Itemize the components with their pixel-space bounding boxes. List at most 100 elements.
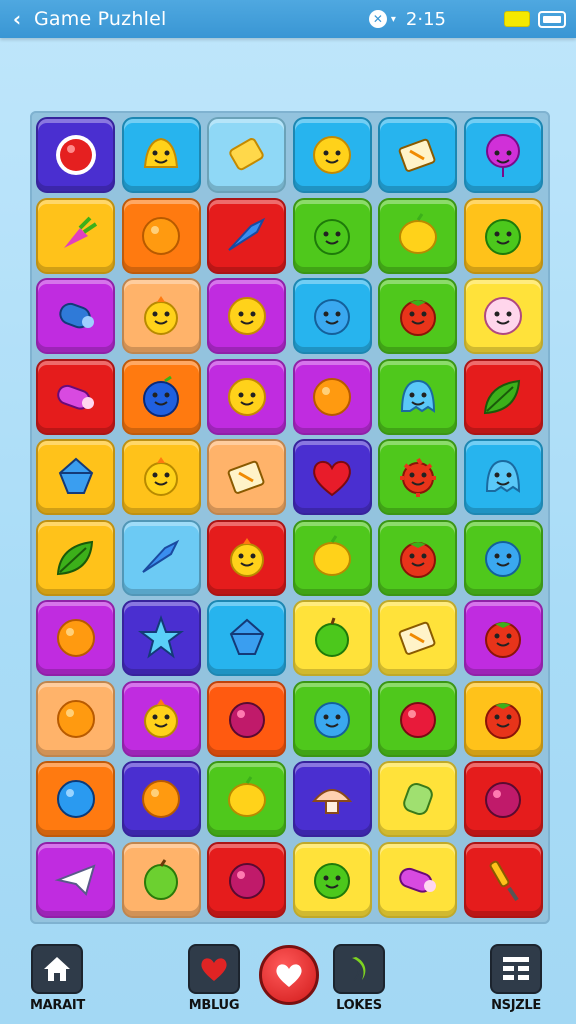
- puzzle-tile[interactable]: [36, 439, 115, 515]
- puzzle-tile[interactable]: [121, 197, 201, 274]
- puzzle-tile[interactable]: [207, 117, 286, 193]
- chick-icon: [229, 537, 264, 577]
- home-icon: [31, 944, 84, 994]
- spiky-fruit-icon: [399, 457, 436, 497]
- puzzle-tile[interactable]: [378, 761, 457, 837]
- puzzle-tile[interactable]: [121, 117, 201, 193]
- puzzle-tile[interactable]: [207, 197, 286, 274]
- puzzle-tile[interactable]: [207, 600, 286, 676]
- puzzle-tile[interactable]: [292, 841, 372, 918]
- puzzle-tile[interactable]: [207, 358, 286, 435]
- radish-icon: [63, 216, 97, 248]
- nav-item-nsjzle[interactable]: NSJZLE: [490, 944, 542, 1013]
- puzzle-tile[interactable]: [36, 519, 115, 596]
- puzzle-tile[interactable]: [121, 680, 201, 757]
- puzzle-tile[interactable]: [121, 519, 201, 596]
- puzzle-tile[interactable]: [378, 600, 457, 676]
- star-icon: [138, 615, 184, 659]
- book-icon: [227, 460, 264, 494]
- lemon-icon: [398, 212, 437, 254]
- puzzle-tile[interactable]: [463, 680, 543, 757]
- puzzle-tile[interactable]: [463, 439, 543, 515]
- puzzle-tile[interactable]: [292, 519, 372, 596]
- puzzle-tile[interactable]: [378, 278, 457, 354]
- puzzle-tile[interactable]: [207, 439, 286, 515]
- puzzle-tile[interactable]: [292, 439, 372, 515]
- battery-icon: [538, 10, 566, 28]
- puzzle-tile[interactable]: [36, 117, 115, 193]
- puzzle-tile[interactable]: [463, 600, 543, 676]
- puzzle-tile[interactable]: [463, 197, 543, 274]
- puzzle-tile[interactable]: [463, 358, 543, 435]
- grid-icon: [490, 944, 542, 994]
- puzzle-tile[interactable]: [207, 841, 286, 918]
- green-blob-icon: [314, 862, 350, 899]
- puzzle-tile[interactable]: [292, 197, 372, 274]
- blue-blob-icon: [314, 299, 350, 335]
- puzzle-tile[interactable]: [463, 841, 543, 918]
- puzzle-tile[interactable]: [378, 519, 457, 596]
- puzzle-tile[interactable]: [36, 761, 115, 837]
- puzzle-tile[interactable]: [121, 278, 201, 354]
- puzzle-tile[interactable]: [36, 841, 115, 918]
- puzzle-tile[interactable]: [121, 761, 201, 837]
- puzzle-tile[interactable]: [378, 358, 457, 435]
- puzzle-tile[interactable]: [292, 600, 372, 676]
- smiley-icon: [227, 297, 266, 335]
- blue-blob-icon: [485, 540, 521, 577]
- puzzle-tile[interactable]: [36, 680, 115, 757]
- nav-item-marait[interactable]: MARAIT: [30, 944, 85, 1013]
- orange-icon: [142, 216, 180, 255]
- puzzle-board: [30, 111, 550, 924]
- center-heart-button[interactable]: [259, 945, 319, 1005]
- back-button[interactable]: ‹: [0, 7, 34, 31]
- tomato-icon: [399, 541, 436, 578]
- puzzle-tile[interactable]: [121, 841, 201, 918]
- puzzle-tile[interactable]: [292, 117, 372, 193]
- heart-icon: [313, 460, 351, 497]
- puzzle-tile[interactable]: [292, 680, 372, 757]
- puzzle-tile[interactable]: [207, 680, 286, 757]
- plum-icon: [228, 862, 265, 899]
- puzzle-tile[interactable]: [463, 761, 543, 837]
- tomato-icon: [399, 300, 436, 336]
- puzzle-tile[interactable]: [121, 358, 201, 435]
- puzzle-tile[interactable]: [463, 117, 543, 193]
- chick-icon: [144, 296, 178, 335]
- puzzle-tile[interactable]: [463, 519, 543, 596]
- puzzle-tile[interactable]: [378, 117, 457, 193]
- screwdriver-icon: [489, 860, 519, 901]
- puzzle-tile[interactable]: [36, 600, 115, 676]
- orange-icon: [56, 619, 95, 657]
- close-icon[interactable]: ✕: [368, 10, 387, 28]
- nav-label: NSJZLE: [491, 998, 541, 1013]
- plum-icon: [485, 782, 521, 818]
- book-icon: [398, 621, 435, 655]
- puzzle-tile[interactable]: [121, 439, 201, 515]
- puzzle-tile[interactable]: [378, 680, 457, 757]
- puzzle-tile[interactable]: [207, 519, 286, 596]
- berry-icon: [399, 701, 436, 738]
- puzzle-tile[interactable]: [292, 358, 372, 435]
- puzzle-tile[interactable]: [121, 600, 201, 676]
- puzzle-tile[interactable]: [378, 197, 457, 274]
- bottom-nav: MARAIT MBLUG LOKES NSJZLE: [0, 930, 576, 1024]
- puzzle-tile[interactable]: [463, 278, 543, 354]
- chick-icon: [144, 457, 178, 496]
- smiley-icon: [313, 136, 351, 174]
- puzzle-tile[interactable]: [207, 761, 286, 837]
- puzzle-tile[interactable]: [378, 439, 457, 515]
- puzzle-tile[interactable]: [292, 278, 372, 354]
- puzzle-tile[interactable]: [292, 761, 372, 837]
- puzzle-tile[interactable]: [207, 278, 286, 354]
- book-icon: [398, 138, 435, 172]
- puzzle-tile[interactable]: [378, 841, 457, 918]
- nav-item-mblug[interactable]: MBLUG: [188, 944, 240, 1013]
- puzzle-tile[interactable]: [36, 358, 115, 435]
- red-button-icon: [55, 135, 96, 175]
- chevron-down-icon[interactable]: ▾: [391, 14, 396, 25]
- puzzle-tile[interactable]: [36, 197, 115, 274]
- puzzle-tile[interactable]: [36, 278, 115, 354]
- blue-ball-icon: [56, 780, 95, 818]
- nav-item-lokes[interactable]: LOKES: [333, 944, 385, 1013]
